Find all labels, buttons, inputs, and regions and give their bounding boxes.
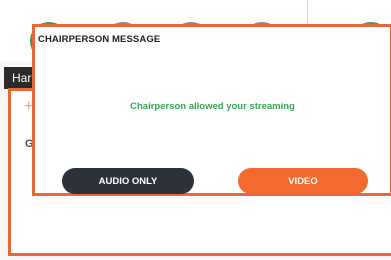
video-button[interactable]: VIDEO [238,168,368,194]
audio-only-button[interactable]: AUDIO ONLY [62,168,194,194]
chairperson-message-dialog: CHAIRPERSON MESSAGE Chairperson allowed … [32,24,391,196]
dialog-message: Chairperson allowed your streaming [130,101,295,112]
dialog-title: CHAIRPERSON MESSAGE [38,34,161,45]
toolbar-divider [307,0,308,24]
